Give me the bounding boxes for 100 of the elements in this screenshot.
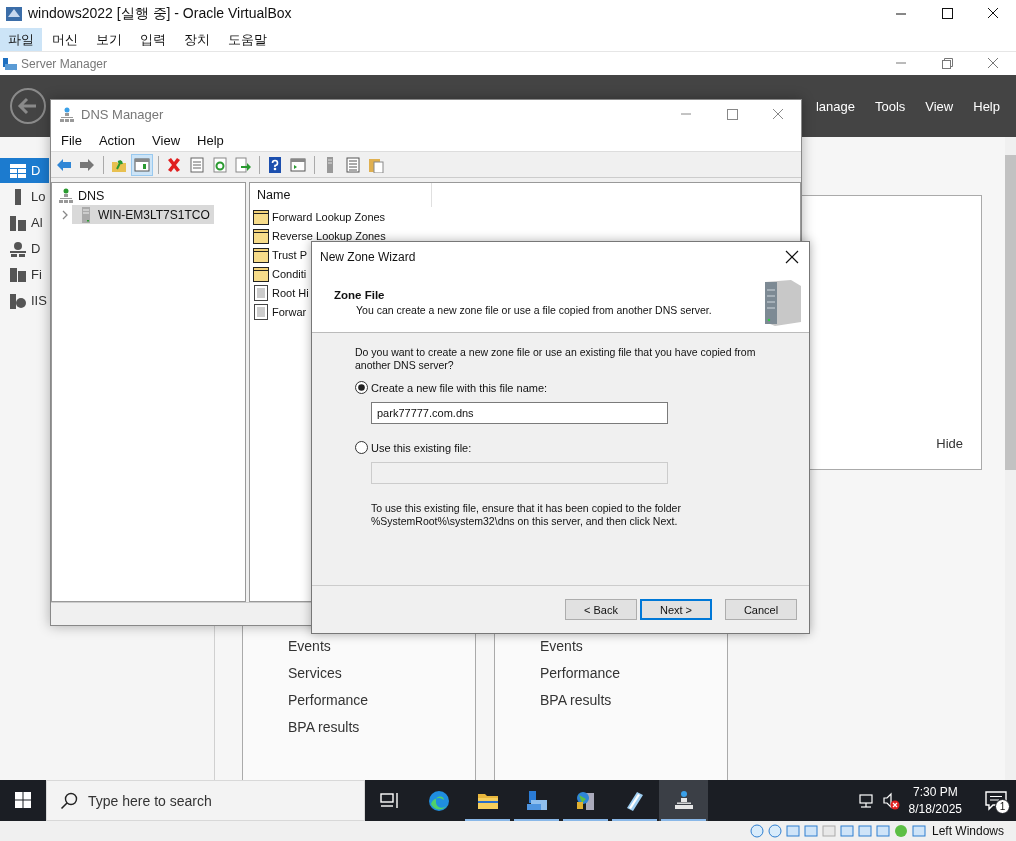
tile-link[interactable]: Performance [540,665,727,681]
status-icon[interactable] [803,824,818,838]
wizard-button[interactable]: Next > [640,599,712,620]
host-key-label: Left Windows [931,824,1004,838]
hide-link[interactable]: Hide [936,436,963,451]
export-icon [235,156,251,173]
scrollbar[interactable] [1005,137,1016,780]
menu-item[interactable]: View [147,132,186,148]
status-icon[interactable] [857,824,872,838]
document-icon [189,156,205,173]
radio-label[interactable]: Create a new file with this file name: [371,381,548,394]
wizard-button[interactable]: < Back [565,599,637,620]
tile-link[interactable]: Performance [288,692,475,708]
dns-icon [59,106,75,123]
page-heading: Zone File [334,288,386,301]
menu-item[interactable]: 입력 [132,28,174,51]
wizard-button[interactable]: Cancel [725,599,797,620]
tile-link[interactable]: Events [540,638,727,654]
column-header[interactable]: Name [250,183,432,207]
delete-icon [166,156,182,173]
tile-link[interactable]: BPA results [540,692,727,708]
muted-volume-icon[interactable] [881,791,900,810]
toolbar-button[interactable] [131,153,153,176]
search-icon [60,791,78,810]
search-bar[interactable]: Type here to search [46,780,365,821]
menu-item[interactable]: 파일 [0,28,42,51]
status-icon[interactable] [839,824,854,838]
server-manager-icon [2,55,18,72]
folder-icon [253,227,269,244]
folder-icon [253,246,269,263]
menu-item[interactable]: lanage [815,98,855,114]
sidebar-item[interactable]: D [0,236,49,261]
question-text: Do you want to create a new zone file or use an existing file that you have copied from another DNS server? [355,346,757,372]
status-icon[interactable] [893,824,908,838]
radio-button[interactable] [355,441,368,454]
forward-arrow-icon [79,156,95,173]
clock-time[interactable]: 7:30 PM [912,783,958,801]
servers-icon [10,214,26,231]
list-item[interactable]: Conditi [272,267,307,280]
sidebar-item[interactable]: Lo [0,184,49,209]
back-button[interactable] [9,87,47,125]
list-item[interactable]: Root Hi [272,286,309,299]
window-title: DNS Manager [81,107,164,122]
dns-icon [58,187,74,204]
menu-item[interactable]: File [56,132,87,148]
status-icon[interactable] [749,824,764,838]
server-manager-icon [524,788,549,813]
menu-item[interactable]: View [925,98,954,114]
radio-button[interactable] [355,381,368,394]
status-icon[interactable] [785,824,800,838]
menu-item[interactable]: Tools [874,98,906,114]
clock-date[interactable]: 8/18/2025 [908,800,962,818]
list-item[interactable]: Forward Lookup Zones [272,210,386,223]
taskbar-app[interactable] [659,780,708,821]
status-icon[interactable] [767,824,782,838]
page-description: You can create a new zone file or use a file copied from another DNS server. [355,303,712,316]
tile-link[interactable]: BPA results [288,719,475,735]
menu-item[interactable]: 머신 [44,28,86,51]
sidebar-item[interactable]: Fi [0,262,49,287]
sidebar-item[interactable]: D [0,158,49,183]
list-item[interactable]: Reverse Lookup Zones [272,229,386,242]
pane-icon [134,156,150,173]
search-field[interactable]: Type here to search [86,791,350,810]
grid-icon [10,162,26,179]
expand-icon[interactable] [60,209,70,220]
tile-link[interactable]: Events [288,638,475,654]
document-icon [253,284,269,301]
status-icon[interactable] [911,824,926,838]
close-button[interactable] [785,250,799,264]
menu-item[interactable]: Action [93,132,141,148]
notification-icon[interactable] [985,790,1007,811]
list-icon [345,156,361,173]
network-icon[interactable] [857,791,876,810]
tree-item[interactable]: WIN-EM3LT7S1TCO [72,205,214,224]
list-item[interactable]: Trust P [272,248,308,261]
refresh-icon [212,156,228,173]
document-icon [253,303,269,320]
list-item[interactable]: Forwar [272,305,307,318]
window-title: windows2022 [실행 중] - Oracle VirtualBox [28,5,292,23]
radio-label[interactable]: Use this existing file: [371,441,472,454]
menu-item[interactable]: 보기 [88,28,130,51]
tile-link[interactable]: Services [288,665,475,681]
window-title: Server Manager [21,56,108,71]
sidebar-item[interactable]: Al [0,210,49,235]
menu-item[interactable]: Help [192,132,229,148]
sidebar-item[interactable]: IIS [0,288,49,313]
window-icon [290,156,306,173]
folder-icon [253,208,269,225]
help-icon [267,156,283,173]
menu-item[interactable]: Help [973,98,1000,114]
note-text: To use this existing file, ensure that it has been copied to the folder %SystemRoot%\system32\dns on this server, and then click Next. [371,502,682,528]
virtualbox-icon [5,5,23,23]
status-icon[interactable] [875,824,890,838]
globe-icon [10,292,26,309]
menu-item[interactable]: 도움말 [220,28,275,51]
menu-item[interactable]: 장치 [176,28,218,51]
tree-item[interactable]: DNS [78,188,105,203]
file-name-field[interactable]: park77777.com.dns [371,402,668,424]
dialog-title: New Zone Wizard [320,250,416,264]
notification-badge: 1 [995,799,1010,814]
